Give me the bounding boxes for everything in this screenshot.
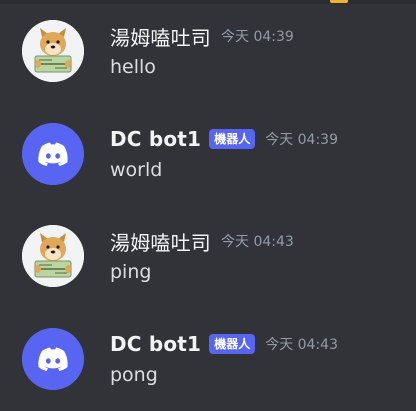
chat-message: 湯姆嗑吐司 今天 04:39 hello <box>0 0 416 96</box>
message-text: ping <box>110 261 152 283</box>
timestamp[interactable]: 今天 04:39 <box>221 26 294 46</box>
username[interactable]: DC bot1 <box>110 332 201 356</box>
message-text: world <box>110 159 163 181</box>
message-text: pong <box>110 364 158 386</box>
bot-tag: 機器人 <box>209 129 256 149</box>
discord-logo-icon[interactable] <box>22 328 84 390</box>
discord-logo-icon[interactable] <box>22 123 84 185</box>
chat-message-list: 湯姆嗑吐司 今天 04:39 hello DC bot1 機器人 今天 04:3… <box>0 0 416 411</box>
message-text: hello <box>110 56 156 78</box>
timestamp[interactable]: 今天 04:39 <box>265 129 338 149</box>
chat-message: DC bot1 機器人 今天 04:39 world <box>0 103 416 199</box>
timestamp[interactable]: 今天 04:43 <box>265 334 338 354</box>
chat-message: 湯姆嗑吐司 今天 04:43 ping <box>0 205 416 301</box>
bot-tag: 機器人 <box>209 334 256 354</box>
timestamp[interactable]: 今天 04:43 <box>221 231 294 251</box>
doge-avatar-icon[interactable] <box>22 20 84 82</box>
username[interactable]: DC bot1 <box>110 127 201 151</box>
chat-message: DC bot1 機器人 今天 04:43 pong <box>0 308 416 404</box>
username[interactable]: 湯姆嗑吐司 <box>110 227 211 256</box>
message-header: 湯姆嗑吐司 今天 04:43 <box>110 227 294 255</box>
username[interactable]: 湯姆嗑吐司 <box>110 22 211 51</box>
message-header: DC bot1 機器人 今天 04:43 <box>110 330 338 358</box>
message-header: DC bot1 機器人 今天 04:39 <box>110 125 338 153</box>
doge-avatar-icon[interactable] <box>22 225 84 287</box>
message-header: 湯姆嗑吐司 今天 04:39 <box>110 22 294 50</box>
